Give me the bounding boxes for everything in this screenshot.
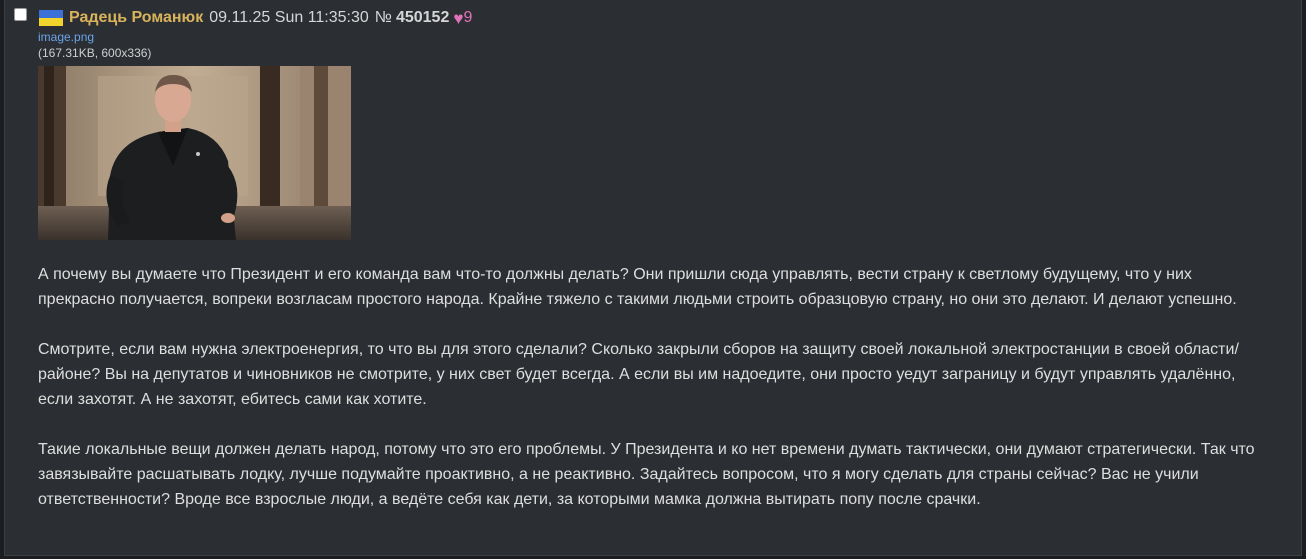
post-header: Радець Романюк 09.11.25 Sun 11:35:30 № 4…	[39, 8, 472, 28]
message-paragraph: А почему вы думаете что Президент и его …	[38, 266, 1237, 308]
message-paragraph: Такие локальные вещи должен делать народ…	[38, 441, 1255, 508]
post-number-prefix: №	[374, 9, 392, 26]
attachment-info: (167.31KB, 600x336)	[38, 46, 152, 60]
attachment-link[interactable]: image.png	[38, 30, 94, 44]
post-date: 09.11.25 Sun 11:35:30	[209, 9, 369, 26]
heart-icon[interactable]: ♥	[453, 10, 463, 27]
attachment-thumbnail[interactable]	[38, 66, 351, 240]
man-in-suit-photo	[38, 66, 351, 240]
message-paragraph: Смотрите, если вам нужна электроенергия,…	[38, 341, 1239, 408]
post-message: А почему вы думаете что Президент и его …	[38, 262, 1268, 512]
post: Радець Романюк 09.11.25 Sun 11:35:30 № 4…	[4, 0, 1302, 556]
like-count: 9	[463, 9, 473, 26]
ukraine-flag-icon	[39, 10, 63, 26]
author-name[interactable]: Радець Романюк	[69, 9, 203, 27]
post-number[interactable]: 450152	[396, 9, 449, 27]
select-post-checkbox[interactable]	[14, 8, 27, 21]
